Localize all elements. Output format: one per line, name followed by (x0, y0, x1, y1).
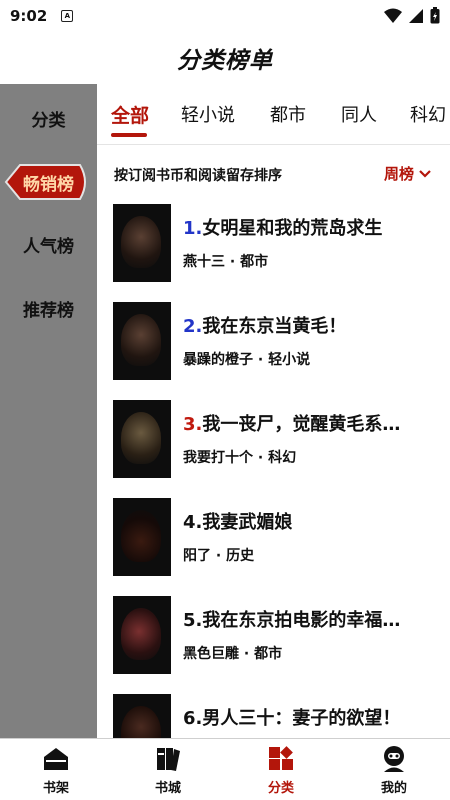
book-meta: 我要打十个 · 科幻 (183, 450, 297, 466)
book-meta: 阳了 · 历史 (183, 548, 255, 564)
book-title: 2.我在东京当黄毛！ (183, 316, 347, 337)
chevron-down-icon (419, 169, 431, 178)
nav-profile[interactable]: 我的 (338, 739, 450, 800)
book-item[interactable]: 5.我在东京拍电影的幸福… 黑色巨雕 · 都市 (97, 596, 450, 676)
book-title: 5.我在东京拍电影的幸福… (183, 610, 401, 631)
book-rank: 2. (183, 316, 203, 337)
book-rank: 5. (183, 610, 203, 631)
category-icon (269, 746, 293, 770)
book-item[interactable]: 3.我一丧尸，觉醒黄毛系… 我要打十个 · 科幻 (97, 400, 450, 480)
nav-category[interactable]: 分类 (225, 739, 337, 800)
book-cover (113, 694, 171, 738)
sort-description: 按订阅书币和阅读留存排序 (114, 168, 282, 184)
ranking-content: 全部 轻小说 都市 同人 科幻 按订阅书币和阅读留存排序 周榜 1.女明星和我的… (97, 84, 450, 738)
book-title: 1.女明星和我的荒岛求生 (183, 218, 383, 239)
book-item[interactable]: 2.我在东京当黄毛！ 暴躁的橙子 · 轻小说 (97, 302, 450, 382)
nav-label: 书架 (42, 781, 69, 796)
sidebar-item-label: 分类 (31, 110, 66, 131)
nav-label: 书城 (154, 781, 181, 796)
nav-label: 我的 (380, 781, 407, 796)
sort-row: 按订阅书币和阅读留存排序 周榜 (97, 161, 450, 189)
book-cover (113, 400, 171, 478)
tab-all[interactable]: 全部 (111, 101, 149, 128)
sidebar-item-recommended[interactable]: 推荐榜 (0, 288, 97, 328)
book-title: 6.男人三十：妻子的欲望！ (183, 708, 401, 729)
bookstore-icon (157, 748, 180, 771)
status-icons (384, 7, 440, 24)
sidebar-item-category[interactable]: 分类 (0, 98, 97, 138)
book-cover (113, 498, 171, 576)
sidebar-item-label: 畅销榜 (23, 174, 74, 195)
tabs-divider (97, 144, 450, 145)
app-notification-icon: A (61, 10, 74, 22)
signal-icon (409, 8, 423, 23)
book-cover (113, 302, 171, 380)
book-meta: 暴躁的橙子 · 轻小说 (183, 352, 311, 368)
book-rank: 3. (183, 414, 203, 435)
book-item[interactable]: 6.男人三十：妻子的欲望！ (97, 694, 450, 738)
tab-light-novel[interactable]: 轻小说 (181, 101, 235, 127)
nav-bookshelf[interactable]: 书架 (0, 739, 112, 800)
book-cover (113, 596, 171, 674)
book-cover (113, 204, 171, 282)
status-time: 9:02 (10, 7, 48, 25)
nav-bookstore[interactable]: 书城 (112, 739, 224, 800)
book-meta: 黑色巨雕 · 都市 (183, 646, 283, 662)
status-bar: 9:02 A (0, 0, 450, 32)
sidebar-item-popular[interactable]: 人气榜 (0, 224, 97, 264)
wifi-icon (384, 8, 402, 23)
sidebar-item-label: 推荐榜 (23, 300, 74, 321)
page-title: 分类榜单 (177, 48, 273, 74)
category-sidebar: 分类 畅销榜 人气榜 推荐榜 (0, 84, 97, 738)
bookshelf-icon (44, 748, 68, 770)
book-rank: 4. (183, 512, 203, 533)
battery-icon (430, 7, 440, 24)
period-selected: 周榜 (383, 165, 414, 183)
book-rank: 1. (183, 218, 203, 239)
book-title: 3.我一丧尸，觉醒黄毛系… (183, 414, 401, 435)
nav-label: 分类 (267, 781, 294, 796)
sidebar-item-label: 人气榜 (23, 236, 74, 257)
genre-tabs: 全部 轻小说 都市 同人 科幻 (97, 84, 450, 145)
book-title: 4.我妻武媚娘 (183, 512, 293, 533)
book-meta: 燕十三 · 都市 (183, 254, 269, 270)
active-tab-indicator (111, 133, 147, 137)
tab-fanfic[interactable]: 同人 (341, 101, 377, 127)
profile-icon (384, 746, 404, 772)
title-bar: 分类榜单 (0, 32, 450, 84)
bottom-nav: 书架 书城 分类 我的 (0, 738, 450, 800)
tab-urban[interactable]: 都市 (270, 101, 306, 127)
book-item[interactable]: 4.我妻武媚娘 阳了 · 历史 (97, 498, 450, 578)
period-dropdown[interactable]: 周榜 (384, 163, 432, 184)
book-rank: 6. (183, 708, 203, 729)
book-item[interactable]: 1.女明星和我的荒岛求生 燕十三 · 都市 (97, 204, 450, 284)
sidebar-item-bestseller[interactable]: 畅销榜 (0, 162, 97, 202)
tab-scifi[interactable]: 科幻 (410, 101, 446, 127)
